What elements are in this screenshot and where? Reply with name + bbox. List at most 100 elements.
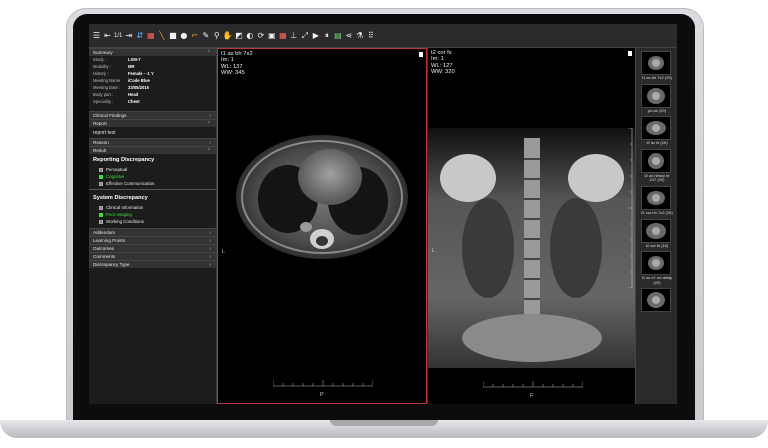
viewport-coronal[interactable]: t2 cor fs Im: 1 WL: 127 WW: 320 L F <box>427 48 636 404</box>
apps-icon[interactable]: ⠿ <box>366 31 375 40</box>
section-report[interactable]: Report ⌃ <box>89 119 216 127</box>
series-thumbnail[interactable]: t2 ax heavy te 247 (20) <box>641 148 673 184</box>
laptop-notch <box>330 420 438 426</box>
thumbnail-image <box>641 185 671 210</box>
info-key: Speciality : <box>93 99 114 104</box>
discrepancy-checkbox-item[interactable]: Effective Communication <box>89 180 216 187</box>
report-text[interactable]: report test <box>89 127 216 138</box>
info-row: Body part : Head <box>89 91 216 98</box>
section-summary-label: Summary <box>93 50 113 55</box>
annotate-icon[interactable]: ⚗ <box>355 31 364 40</box>
prev-series-icon[interactable]: ⇤ <box>103 31 112 40</box>
chevron-right-icon: › <box>209 245 211 252</box>
sync-icon[interactable]: ⇵ <box>135 31 144 40</box>
chevron-right-icon: › <box>209 253 211 260</box>
orientation-left-marker: L <box>222 249 226 255</box>
section-reason[interactable]: Reason › <box>89 138 216 146</box>
menu-icon[interactable]: ☰ <box>92 31 101 40</box>
series-thumbnail[interactable]: t2 ax fs (16) <box>641 116 673 147</box>
angle-icon[interactable]: ⌐ <box>190 31 199 40</box>
scale-ruler <box>483 381 583 388</box>
checkbox-icon[interactable] <box>99 167 103 172</box>
system-discrepancy-title: System Discrepancy <box>93 195 148 201</box>
pan-icon[interactable]: ✋ <box>223 31 233 40</box>
discrepancy-checkbox-item[interactable]: Poor imaging <box>89 211 216 218</box>
section-label: Outcomes <box>93 246 114 251</box>
checkbox-icon[interactable] <box>99 174 103 179</box>
section-label: Comments <box>93 254 116 259</box>
share-icon[interactable]: ⋖ <box>344 31 353 40</box>
window-level-icon[interactable]: ◩ <box>234 31 243 40</box>
viewport-corner-marker <box>628 51 632 56</box>
info-key: Body part : <box>93 92 114 97</box>
section-comments[interactable]: Comments › <box>89 252 216 260</box>
info-key: Study : <box>93 57 107 62</box>
pause-icon[interactable]: ⏸ <box>322 31 331 40</box>
viewport-axial-info: t1 ax bh 7x2 Im: 1 WL: 137 WW: 345 <box>221 51 253 77</box>
thumbnail-label: t2 ax fs (16) <box>646 140 668 146</box>
grid-icon[interactable]: ▦ <box>278 31 287 40</box>
thumbnail-label: pd ax (20) <box>647 107 666 113</box>
layout-icon[interactable]: ▦ <box>146 31 155 40</box>
vertical-scale-ruler <box>628 128 633 288</box>
discrepancy-checkbox-item[interactable]: Working Conditions <box>89 218 216 225</box>
info-value: iCode Blue <box>128 78 150 83</box>
fullscreen-icon[interactable]: ⤢ <box>300 31 309 40</box>
series-thumbnail[interactable]: t1 ax c+ no delay (20) <box>641 251 673 286</box>
info-row: History : Female - -1 Y <box>89 70 216 77</box>
save-icon[interactable]: ▤ <box>333 31 342 40</box>
probe-icon[interactable]: ⊥ <box>289 31 298 40</box>
section-label: Discrepancy Type <box>93 262 130 267</box>
section-summary[interactable]: Summary ⌃ <box>89 48 216 56</box>
section-report-label: Report <box>93 121 107 126</box>
discrepancy-checkbox-item[interactable]: Clinical Information <box>89 204 216 211</box>
scale-ruler <box>273 380 373 387</box>
section-discrepancy-type[interactable]: Discrepancy Type › <box>89 260 216 268</box>
series-thumbnail[interactable]: t1 ax bh 7x2 (20) <box>641 51 673 82</box>
divider <box>89 189 216 190</box>
invert-icon[interactable]: ◐ <box>245 31 254 40</box>
ellipse-icon[interactable]: ● <box>179 31 188 40</box>
discrepancy-checkbox-item[interactable]: Cognitive <box>89 173 216 180</box>
discrepancy-checkbox-item[interactable]: Perceptual <box>89 166 216 173</box>
cine-icon[interactable]: ▶ <box>311 31 320 40</box>
section-clinical-findings[interactable]: Clinical Findings › <box>89 111 216 119</box>
series-thumbnail[interactable]: t1 cor bh 7x2 (16) <box>641 185 673 217</box>
section-learning-points[interactable]: Learning Points › <box>89 236 216 244</box>
series-counter: 1/1 <box>114 32 123 39</box>
section-outcomes[interactable]: Outcomes › <box>89 244 216 252</box>
thumbnail-image <box>641 148 671 173</box>
section-addendum[interactable]: Addendum › <box>89 228 216 236</box>
checkbox-icon[interactable] <box>99 205 103 210</box>
info-key: Meeting Name : <box>93 78 123 83</box>
section-label: Addendum <box>93 230 116 235</box>
series-thumbnail[interactable]: pd ax (20) <box>641 83 673 115</box>
checkbox-icon[interactable] <box>99 181 103 186</box>
series-thumbnail[interactable] <box>641 288 673 314</box>
image-icon[interactable]: ▣ <box>267 31 276 40</box>
section-result[interactable]: Result ⌃ <box>89 146 216 154</box>
chevron-up-icon: ⌃ <box>206 120 211 127</box>
next-series-icon[interactable]: ⇥ <box>124 31 133 40</box>
zoom-icon[interactable]: ⚲ <box>212 31 221 40</box>
stop-icon[interactable]: ■ <box>168 31 177 40</box>
chevron-up-icon: ⌃ <box>206 147 211 154</box>
rotate-icon[interactable]: ⟳ <box>256 31 265 40</box>
viewport-coronal-info: t2 cor fs Im: 1 WL: 127 WW: 320 <box>431 50 455 76</box>
info-value: Chest <box>128 99 140 104</box>
toolbar: ☰ ⇤ 1/1 ⇥ ⇵ ▦ ╲ ■ ● ⌐ ✎ ⚲ ✋ ◩ ◐ ⟳ ▣ ▦ ⊥ … <box>89 24 677 48</box>
measure-line-icon[interactable]: ╲ <box>157 31 166 40</box>
series-thumbnail[interactable]: t2 cor fs (16) <box>641 218 673 250</box>
reporting-discrepancy-title: Reporting Discrepancy <box>93 157 155 163</box>
thumbnail-label: t2 cor fs (16) <box>645 242 669 248</box>
info-row: Speciality : Chest <box>89 98 216 105</box>
checkbox-icon[interactable] <box>99 219 103 224</box>
chevron-right-icon: › <box>209 237 211 244</box>
section-result-label: Result <box>93 148 107 153</box>
orientation-bottom-marker: F <box>530 393 534 399</box>
orientation-bottom-marker: P <box>320 392 324 398</box>
viewport-axial[interactable]: t1 ax bh 7x2 Im: 1 WL: 137 WW: 345 L P <box>217 48 427 404</box>
info-row: Modality : MR <box>89 63 216 70</box>
eyedropper-icon[interactable]: ✎ <box>201 31 210 40</box>
checkbox-icon[interactable] <box>99 212 103 217</box>
